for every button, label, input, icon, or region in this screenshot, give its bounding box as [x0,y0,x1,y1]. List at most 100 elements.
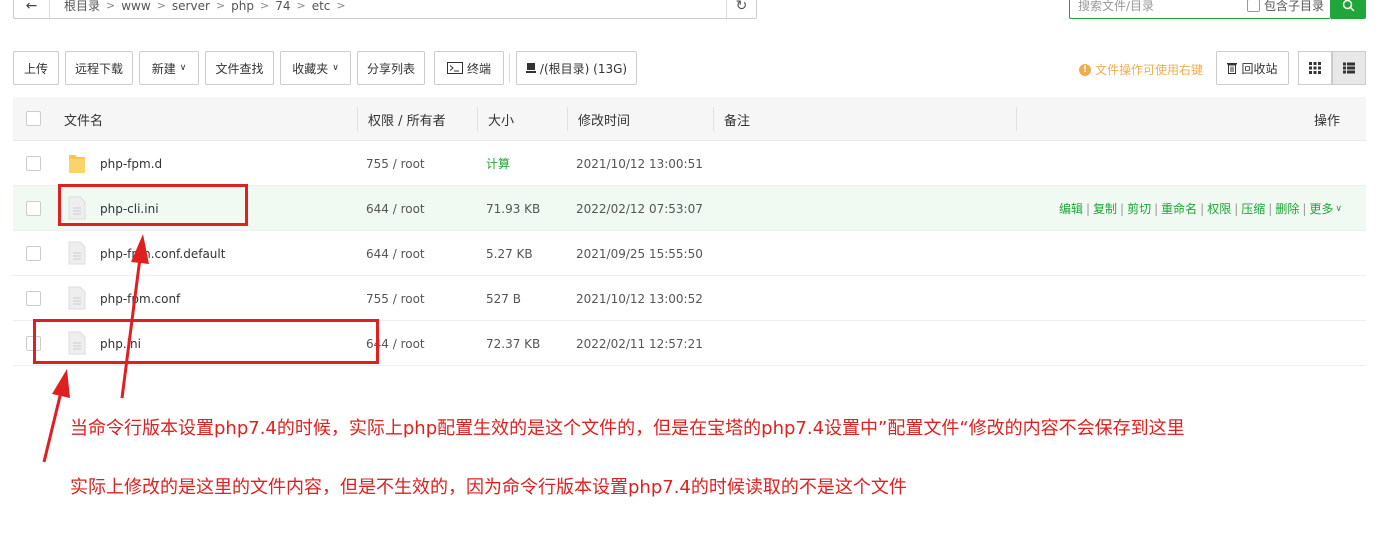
recycle-bin-label: 回收站 [1241,61,1278,76]
file-mtime: 2021/09/25 15:55:50 [576,246,703,261]
file-mtime: 2022/02/12 07:53:07 [576,201,703,216]
ops-separator: | [1234,201,1239,216]
select-all-checkbox[interactable] [26,111,41,126]
search-icon [1342,0,1355,12]
breadcrumb-item[interactable]: 74 [269,0,296,13]
file-permission[interactable]: 755 / root [366,276,425,321]
breadcrumb-item[interactable]: etc [306,0,337,13]
copy-link[interactable]: 复制 [1093,200,1117,217]
chevron-down-icon: ∨ [179,63,187,73]
ops-separator: | [1120,201,1125,216]
ops-separator: | [1200,201,1205,216]
info-icon: ! [1079,63,1091,76]
chevron-down-icon[interactable]: ∨ [1335,204,1342,214]
new-dropdown-button[interactable]: 新建 ∨ [139,51,199,85]
terminal-button[interactable]: 终端 [434,51,504,85]
file-size: 71.93 KB [486,201,541,216]
breadcrumb: 根目录 > www > server > php > 74 > etc > [50,0,726,14]
disk-icon [525,63,536,73]
file-size: 5.27 KB [486,246,533,261]
rename-link[interactable]: 重命名 [1161,200,1197,217]
compress-link[interactable]: 压缩 [1241,200,1265,217]
column-divider [357,107,358,131]
terminal-label: 终端 [466,61,491,76]
file-find-button[interactable]: 文件查找 [205,51,274,85]
upload-label: 上传 [23,61,48,76]
header-size[interactable]: 大小 [488,97,514,141]
header-permission[interactable]: 权限 / 所有者 [368,97,446,141]
list-icon [1343,62,1355,74]
row-checkbox[interactable] [26,291,41,306]
grid-icon [1309,62,1321,74]
annotation-text-line2: 实际上修改的是这里的文件内容，但是不生效的，因为命令行版本设置php7.4的时候… [70,477,907,498]
breadcrumb-item[interactable]: php [225,0,260,13]
table-row[interactable]: php-fpm.conf 755 / root 527 B 2021/10/12… [13,276,1366,321]
share-list-button[interactable]: 分享列表 [357,51,425,85]
header-ops: 操作 [1313,113,1340,129]
trash-icon [1227,63,1238,74]
ops-separator: | [1085,201,1091,216]
include-subdir-checkbox[interactable]: 包含子目录 [1246,0,1330,14]
file-size: 527 B [486,291,521,306]
share-list-label: 分享列表 [366,61,415,76]
favorites-dropdown-button[interactable]: 收藏夹 ∨ [280,51,351,85]
delete-link[interactable]: 删除 [1275,200,1299,217]
chevron-right-icon: > [156,0,166,12]
refresh-icon[interactable]: ↻ [726,0,756,18]
table-row[interactable]: php-fpm.d 755 / root 计算 2021/10/12 13:00… [13,141,1366,186]
recycle-bin-button[interactable]: 回收站 [1216,51,1289,85]
search-button[interactable] [1331,0,1366,19]
calculate-size-link[interactable]: 计算 [486,141,510,186]
breadcrumb-item[interactable]: server [166,0,216,13]
file-permission[interactable]: 644 / root [366,231,425,276]
column-divider [713,107,714,131]
favorites-label: 收藏夹 [292,61,329,76]
column-divider [477,107,478,131]
ops-separator: | [1154,201,1159,216]
file-mtime: 2021/10/12 13:00:52 [576,291,703,306]
ops-separator: | [1268,201,1273,216]
grid-view-button[interactable] [1298,51,1332,85]
remote-download-button[interactable]: 远程下载 [65,51,133,85]
row-actions: 编辑 | 复制 | 剪切 | 重命名 | 权限 | 压缩 | 删除 | 更多 ∨ [1059,186,1342,231]
edit-link[interactable]: 编辑 [1059,200,1083,217]
ops-separator: | [1302,201,1307,216]
search-input[interactable] [1070,0,1247,13]
row-checkbox[interactable] [26,201,41,216]
header-note: 备注 [724,113,751,129]
chevron-right-icon: > [296,0,306,12]
file-mtime: 2022/02/11 12:57:21 [576,336,703,351]
disk-button[interactable]: /(根目录) (13G) [516,51,637,85]
table-header: 文件名 权限 / 所有者 大小 修改时间 备注 操作 [13,97,1366,141]
highlight-box-php-cli [58,184,248,226]
permission-link[interactable]: 权限 [1207,200,1231,217]
breadcrumb-item[interactable]: www [115,0,156,13]
breadcrumb-item[interactable]: 根目录 [58,0,106,14]
annotation-text-line1: 当命令行版本设置php7.4的时候，实际上php配置生效的是这个文件的，但是在宝… [70,418,1185,439]
file-name[interactable]: php-fpm.conf [100,276,180,321]
header-mtime[interactable]: 修改时间 [578,97,630,141]
row-checkbox[interactable] [26,246,41,261]
column-divider [1016,107,1017,131]
chevron-right-icon: > [106,0,116,12]
file-permission[interactable]: 644 / root [366,186,425,231]
file-icon [68,241,86,265]
header-name[interactable]: 文件名 [64,97,103,141]
row-checkbox[interactable] [26,156,41,171]
file-name[interactable]: php-fpm.d [100,141,162,186]
file-find-label: 文件查找 [215,61,264,76]
chevron-down-icon: ∨ [332,63,339,73]
file-icon [68,286,86,310]
include-subdir-label: 包含子目录 [1263,0,1324,13]
list-view-button[interactable] [1332,51,1366,85]
disk-label: /(根目录) (13G) [539,61,628,76]
file-size: 72.37 KB [486,336,541,351]
upload-button[interactable]: 上传 [13,51,59,85]
checkbox-icon[interactable] [1246,0,1260,12]
file-permission[interactable]: 755 / root [366,141,425,186]
table-row[interactable]: php-fpm.conf.default 644 / root 5.27 KB … [13,231,1366,276]
more-link[interactable]: 更多 [1309,200,1333,217]
back-arrow-icon[interactable]: ← [14,0,50,18]
file-name[interactable]: php-fpm.conf.default [100,231,225,276]
cut-link[interactable]: 剪切 [1127,200,1151,217]
